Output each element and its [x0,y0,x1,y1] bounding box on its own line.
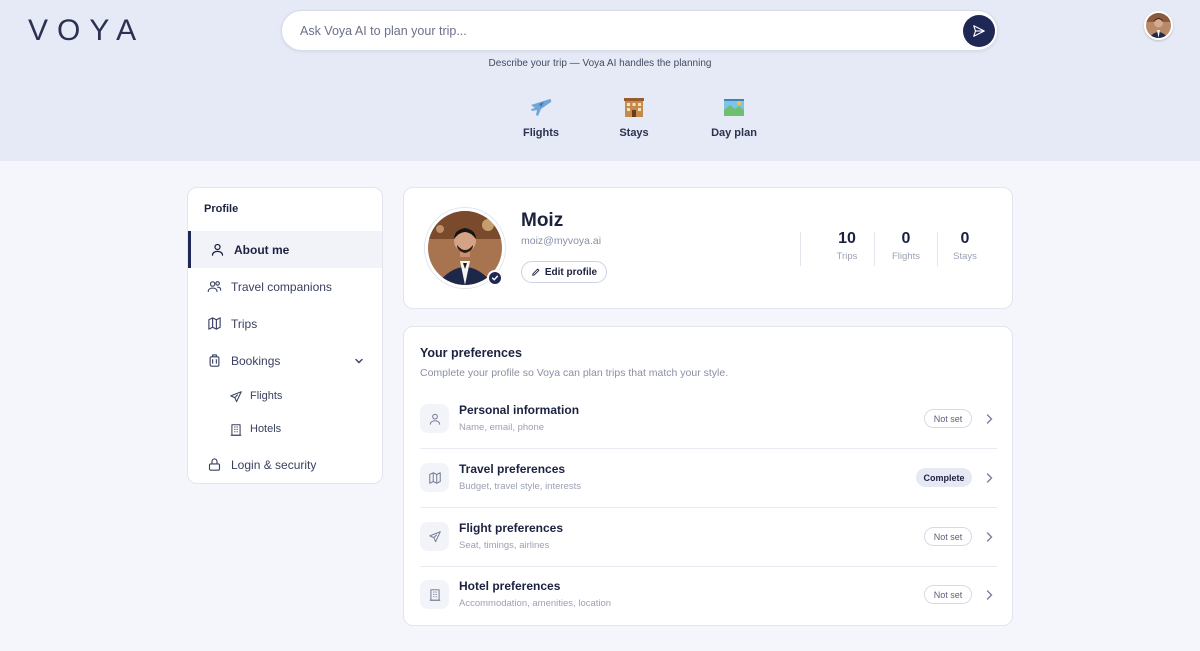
send-icon [973,25,985,37]
airplane-icon [531,99,552,116]
verified-badge-icon [487,270,503,286]
stat-value: 0 [960,230,970,247]
preference-name: Flight preferences [459,521,564,535]
users-icon [207,281,222,293]
stats-divider [874,232,875,266]
category-day-plan[interactable]: Day plan [689,96,779,141]
lock-icon [208,458,221,471]
stat-trips: 10 Trips [817,230,877,262]
building-icon [420,580,449,609]
category-stays[interactable]: Stays [589,96,679,141]
user-avatar[interactable] [1144,11,1173,40]
stat-label: Trips [836,251,858,262]
sidebar-item-label: Travel companions [231,279,332,294]
sidebar-title: Profile [204,203,239,215]
category-label: Day plan [711,127,757,139]
ai-search-bar [281,10,998,51]
status-badge: Not set [924,409,972,428]
sidebar-item-label: Login & security [231,457,317,472]
preference-desc: Seat, timings, airlines [459,540,550,551]
building-icon [230,424,242,436]
map-icon [724,99,744,116]
category-label: Flights [522,127,560,139]
stat-label: Stays [953,251,977,262]
preference-name: Travel preferences [459,462,566,476]
map-icon [208,317,221,330]
stat-stays: 0 Stays [935,230,995,262]
plane-icon [230,391,242,403]
stats-divider [800,232,801,266]
preference-desc: Budget, travel style, interests [459,481,581,492]
hotel-icon [624,98,644,117]
edit-profile-button[interactable]: Edit profile [521,261,607,283]
send-button[interactable] [963,15,995,47]
avatar-photo-icon [1146,13,1171,38]
profile-name: Moiz [521,210,564,231]
luggage-icon [209,354,220,367]
chevron-right-icon [986,414,993,424]
user-icon [211,243,224,256]
sidebar-subitem-hotels[interactable]: Hotels [188,415,382,445]
user-icon [420,404,449,433]
preference-row-flight[interactable]: Flight preferences Seat, timings, airlin… [420,509,997,567]
stat-flights: 0 Flights [876,230,936,262]
profile-sidebar: Profile About me Travel companions Trips… [187,187,383,484]
status-badge: Not set [924,527,972,546]
preference-row-travel[interactable]: Travel preferences Budget, travel style,… [420,450,997,508]
status-badge: Not set [924,585,972,604]
stat-value: 0 [901,230,911,247]
chevron-right-icon [986,532,993,542]
edit-profile-label: Edit profile [544,266,598,278]
voya-logo[interactable]: VOYA [28,14,145,48]
plane-icon [420,522,449,551]
sidebar-item-travel-companions[interactable]: Travel companions [188,268,382,305]
status-badge: Complete [916,468,972,487]
pencil-icon [532,268,540,276]
preference-desc: Accommodation, amenities, location [459,598,612,609]
category-flights[interactable]: Flights [496,96,586,141]
preference-desc: Name, email, phone [459,422,545,433]
sidebar-subitem-label: Flights [250,390,283,402]
profile-email: moiz@myvoya.ai [521,235,602,247]
sidebar-item-label: Bookings [231,353,281,368]
preferences-subtitle: Complete your profile so Voya can plan t… [420,367,729,379]
sidebar-subitem-flights[interactable]: Flights [188,382,382,412]
sidebar-item-label: About me [234,242,290,257]
ai-search-input[interactable] [300,11,940,50]
sidebar-item-bookings[interactable]: Bookings [188,342,382,379]
hero-header: VOYA Describe your trip — Voya AI handle… [0,0,1200,161]
chevron-right-icon [986,590,993,600]
preference-name: Hotel preferences [459,579,561,593]
chevron-right-icon [986,473,993,483]
preference-name: Personal information [459,403,580,417]
stat-label: Flights [892,251,920,262]
sidebar-item-about-me[interactable]: About me [188,231,382,268]
sidebar-item-login-security[interactable]: Login & security [188,446,382,483]
map-icon [420,463,449,492]
category-label: Stays [619,127,649,139]
sidebar-subitem-label: Hotels [250,423,282,435]
preferences-title: Your preferences [420,346,522,360]
stat-value: 10 [838,230,856,247]
preference-row-personal[interactable]: Personal information Name, email, phone … [420,391,997,449]
sidebar-item-label: Trips [231,316,258,331]
chevron-down-icon[interactable] [354,356,364,366]
preferences-card: Your preferences Complete your profile s… [403,326,1013,626]
sidebar-item-trips[interactable]: Trips [188,305,382,342]
preference-row-hotel[interactable]: Hotel preferences Accommodation, ameniti… [420,567,997,625]
search-tagline: Describe your trip — Voya AI handles the… [488,58,712,69]
profile-card: Moiz moiz@myvoya.ai Edit profile 10 Trip… [403,187,1013,309]
